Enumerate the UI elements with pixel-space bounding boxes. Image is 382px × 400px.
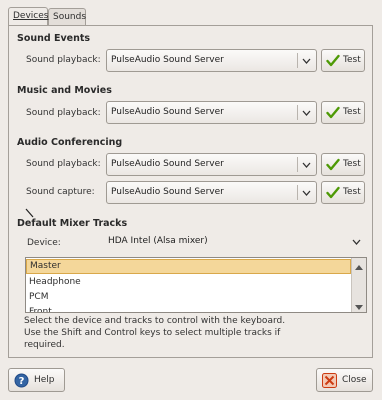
test-label: Test [343,55,361,65]
music-movies-test-button[interactable]: Test [321,101,365,124]
sound-events-playback-combo[interactable]: PulseAudio Sound Server [106,49,317,72]
check-icon [326,158,340,174]
list-item[interactable]: Headphone [26,275,351,290]
audio-conf-playback-combo[interactable]: PulseAudio Sound Server [106,153,317,176]
svg-text:?: ? [19,376,25,387]
audio-conf-playback-label: Sound playback: [26,159,101,169]
scroll-down-icon[interactable] [355,302,363,312]
test-label: Test [343,187,361,197]
sound-events-test-button[interactable]: Test [321,49,365,72]
scroll-up-icon[interactable] [355,262,363,273]
device-label: Device: [27,238,61,248]
tab-devices-label: Devices [13,11,49,21]
audio-conferencing-title: Audio Conferencing [17,137,123,148]
sound-events-title: Sound Events [17,33,91,44]
help-label: Help [34,375,55,385]
close-label: Close [342,375,367,385]
check-icon [326,54,340,70]
help-line: Use the Shift and Control keys to select… [24,328,281,338]
music-movies-playback-combo[interactable]: PulseAudio Sound Server [106,101,317,124]
help-line: required. [24,340,65,350]
combo-value: HDA Intel (Alsa mixer) [108,236,208,246]
list-scrollbar[interactable] [351,258,366,312]
sound-events-playback-label: Sound playback: [26,55,101,65]
mixer-tracks-title: Default Mixer Tracks [17,218,128,229]
mixer-track-list[interactable]: Master Headphone PCM Front [25,257,367,313]
test-label: Test [343,107,361,117]
combo-value: PulseAudio Sound Server [111,107,224,117]
chevron-down-icon [302,189,311,200]
check-icon [326,186,340,202]
list-item[interactable]: PCM [26,290,351,305]
audio-conf-capture-label: Sound capture: [26,187,95,197]
check-icon [326,106,340,122]
help-button[interactable]: ? Help [8,368,65,392]
combo-value: PulseAudio Sound Server [111,159,224,169]
tab-devices[interactable]: Devices [8,7,48,25]
combo-value: PulseAudio Sound Server [111,187,224,197]
tab-sounds[interactable]: Sounds [48,8,86,25]
audio-conf-playback-test-button[interactable]: Test [321,153,365,176]
list-item[interactable]: Front [26,305,351,312]
help-line: Select the device and tracks to control … [24,316,286,326]
list-item[interactable]: Master [26,259,351,274]
close-icon [322,373,337,391]
audio-conf-capture-test-button[interactable]: Test [321,181,365,204]
tab-sounds-label: Sounds [53,12,87,22]
combo-value: PulseAudio Sound Server [111,55,224,65]
music-movies-playback-label: Sound playback: [26,108,101,118]
music-movies-title: Music and Movies [17,85,112,96]
chevron-down-icon [302,109,311,120]
chevron-down-icon [302,57,311,68]
help-icon: ? [14,373,29,391]
chevron-down-icon [302,161,311,172]
mixer-device-combo[interactable]: HDA Intel (Alsa mixer) [104,232,366,253]
chevron-down-icon [352,238,361,249]
audio-conf-capture-combo[interactable]: PulseAudio Sound Server [106,181,317,204]
test-label: Test [343,159,361,169]
close-button[interactable]: Close [316,368,373,392]
